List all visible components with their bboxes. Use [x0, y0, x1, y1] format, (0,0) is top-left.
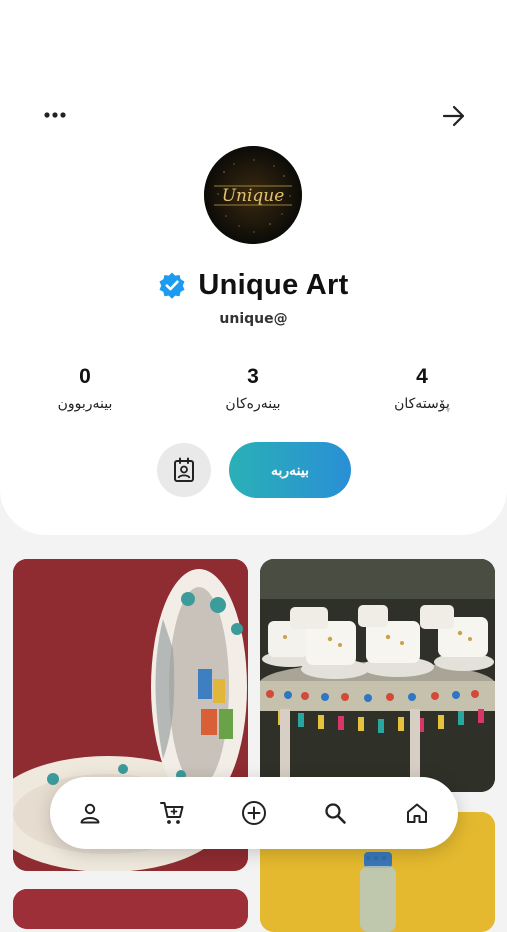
more-options-button[interactable] [38, 100, 72, 130]
gallery-image [13, 889, 248, 929]
nav-search[interactable] [319, 797, 351, 829]
stat-posts-label: پۆستەکان [394, 396, 450, 412]
stat-posts-value: 4 [416, 365, 428, 388]
verified-badge-icon [159, 272, 185, 299]
stat-viewed-value: 0 [79, 365, 91, 388]
gallery-image [260, 559, 495, 792]
more-horizontal-icon [44, 112, 66, 118]
search-icon [325, 803, 346, 824]
add-circle-icon [242, 801, 266, 825]
stat-viewers-value: 3 [247, 365, 259, 388]
profile-name: Unique Art [198, 268, 349, 301]
cart-icon [160, 802, 184, 824]
stat-viewed-label: بینەربوون [57, 396, 113, 412]
logo-text: Unique [222, 186, 285, 206]
profile-icon [80, 803, 100, 824]
stat-viewers[interactable]: 3 بینەرەکان [198, 364, 308, 412]
gallery-item[interactable] [260, 559, 495, 792]
nav-profile[interactable] [74, 797, 106, 829]
home-icon [407, 803, 427, 823]
avatar[interactable]: Unique [204, 146, 302, 244]
brand-logo: Unique [204, 146, 302, 244]
profile-handle: unique@ [219, 311, 288, 327]
bottom-nav [50, 777, 458, 849]
contact-card-icon [174, 457, 194, 482]
profile-header-card: Unique Unique Art unique@ 4 پۆستەکان 3 ب… [0, 0, 507, 535]
stat-viewed[interactable]: 0 بینەربوون [30, 364, 140, 412]
profile-name-row: Unique Art [0, 264, 507, 306]
contact-button[interactable] [157, 443, 211, 497]
stat-viewers-label: بینەرەکان [225, 396, 281, 412]
arrow-right-icon [442, 105, 465, 127]
follow-button[interactable]: بینەربە [229, 442, 351, 498]
back-button[interactable] [436, 100, 472, 132]
nav-cart[interactable] [156, 797, 188, 829]
nav-home[interactable] [401, 797, 433, 829]
stat-posts[interactable]: 4 پۆستەکان [367, 364, 477, 412]
gallery-item[interactable] [13, 889, 248, 929]
nav-add[interactable] [238, 797, 270, 829]
